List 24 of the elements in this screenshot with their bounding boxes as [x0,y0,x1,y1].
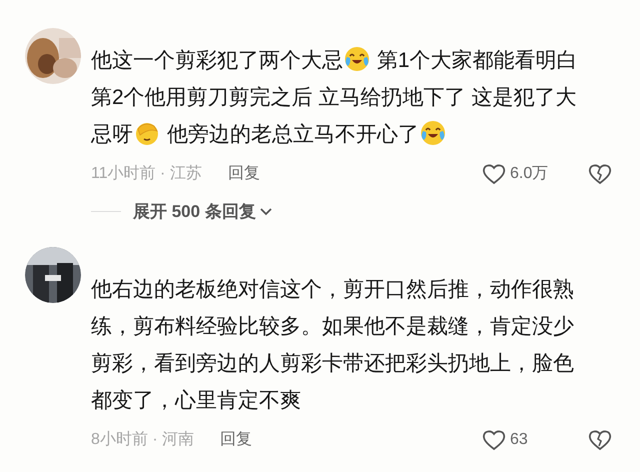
comment-text: 第2个他用剪刀剪完之后 立马给扔地下了 这是犯了大 [91,86,576,109]
like-count: 63 [510,430,528,450]
comment-text: 都变了，心里肯定不爽 [91,388,301,412]
comment-text: 他旁边的老总立马不开心了 [166,123,419,146]
chevron-down-icon [260,208,272,216]
expand-replies-button[interactable]: 展开 500 条回复 [133,199,272,224]
like-count: 6.0万 [510,164,548,184]
laughing-crying-emoji-icon [344,46,370,72]
comment-text: 第1个大家都能看明白 [376,49,578,72]
comment-text: 练，剪布料经验比较多。如果他不是裁缝，肯定没少 [91,314,574,338]
reply-button[interactable]: 回复 [228,162,260,186]
laughing-crying-emoji-icon [420,120,446,146]
comment-text: 剪彩，看到旁边的人剪彩卡带还把彩头扔地上，脸色 [91,352,574,374]
comment-text: 他这一个剪彩犯了两个大忌 [91,49,343,72]
reply-button[interactable]: 回复 [220,428,252,452]
comment-time-location: 8小时前 · 河南 [91,430,194,450]
comment-text: 他右边的老板绝对信这个，剪开口然后推，动作很熟 [91,278,574,300]
heart-icon[interactable] [482,163,506,185]
comment-text: 忌呀 [91,123,133,146]
heart-icon[interactable] [482,428,506,450]
broken-heart-icon[interactable] [588,163,612,185]
comment-time-location: 11小时前 · 江苏 [91,164,202,184]
broken-heart-icon[interactable] [588,428,612,450]
facepalm-emoji-icon [134,120,160,146]
